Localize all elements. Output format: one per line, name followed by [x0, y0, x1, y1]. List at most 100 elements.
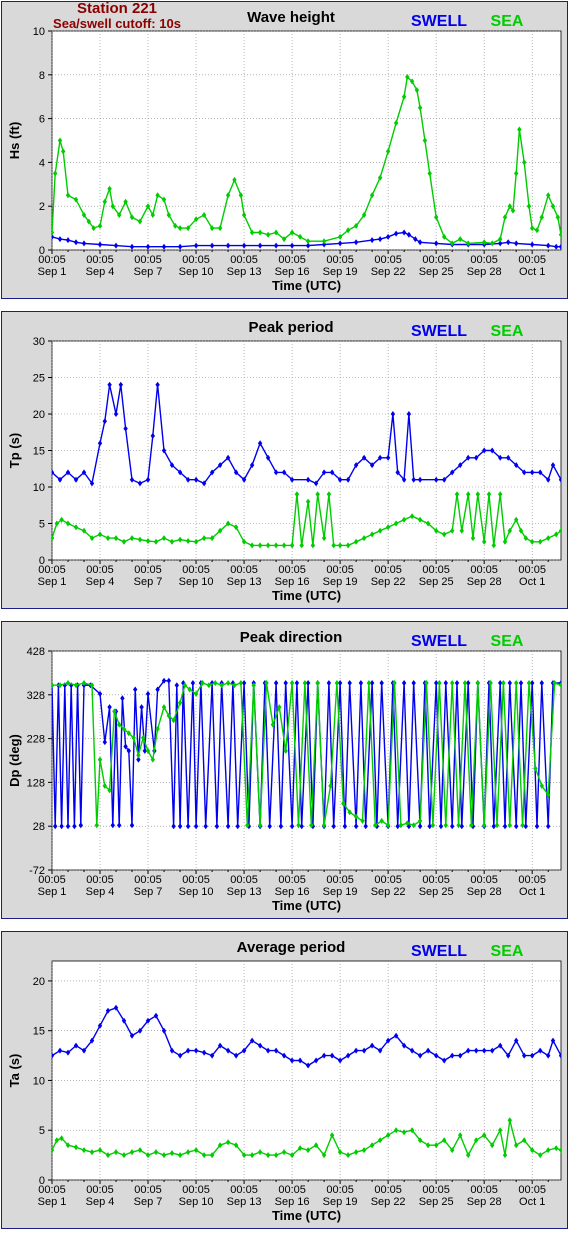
x-tick-time: 00:05 [230, 564, 258, 576]
x-tick-time: 00:05 [134, 874, 162, 886]
y-tick-label: 128 [27, 777, 45, 789]
x-tick-date: Sep 1 [38, 1196, 67, 1208]
x-axis-title: Time (UTC) [272, 278, 341, 293]
chart-title: Peak direction [240, 629, 343, 646]
x-tick-time: 00:05 [230, 254, 258, 266]
x-tick-date: Sep 19 [323, 886, 358, 898]
x-tick-time: 00:05 [326, 1184, 354, 1196]
y-tick-label: 10 [33, 1075, 45, 1087]
x-tick-date: Oct 1 [519, 886, 545, 898]
x-tick-time: 00:05 [86, 564, 114, 576]
x-tick-time: 00:05 [182, 254, 210, 266]
x-tick-date: Sep 10 [179, 266, 214, 278]
x-tick-date: Sep 10 [179, 576, 214, 588]
x-tick-time: 00:05 [422, 1184, 450, 1196]
x-tick-date: Sep 16 [275, 1196, 310, 1208]
wave-height-chart: 00:05Sep 100:05Sep 400:05Sep 700:05Sep 1… [7, 9, 562, 293]
x-tick-time: 00:05 [86, 874, 114, 886]
x-axis-title: Time (UTC) [272, 1208, 341, 1223]
x-tick-date: Sep 7 [134, 1196, 163, 1208]
x-tick-date: Sep 1 [38, 266, 67, 278]
x-tick-time: 00:05 [278, 564, 306, 576]
x-tick-date: Sep 16 [275, 886, 310, 898]
wave-height-panel: 00:05 Sep 1 00:05 Sep 4 00:05 Sep 7 00:05 Sep 1… [1, 1, 568, 299]
legend-sea: SEA [491, 943, 524, 960]
peak-direction-chart: 00:05Sep 100:05Sep 400:05Sep 700:05Sep 1… [7, 629, 562, 913]
legend-sea: SEA [491, 323, 524, 340]
x-tick-date: Sep 25 [419, 266, 454, 278]
x-tick-time: 00:05 [134, 1184, 162, 1196]
legend-sea: SEA [491, 633, 524, 650]
x-tick-date: Sep 7 [134, 266, 163, 278]
legend-swell: SWELL [411, 943, 467, 960]
x-tick-date: Sep 10 [179, 1196, 214, 1208]
x-tick-date: Sep 28 [467, 886, 502, 898]
x-tick-time: 00:05 [134, 254, 162, 266]
y-tick-label: 228 [27, 734, 45, 746]
x-tick-date: Sep 25 [419, 886, 454, 898]
x-tick-time: 00:05 [470, 254, 498, 266]
y-tick-label: 0 [39, 245, 45, 257]
y-tick-label: 328 [27, 690, 45, 702]
x-tick-date: Sep 7 [134, 576, 163, 588]
x-tick-date: Sep 13 [227, 886, 262, 898]
x-tick-date: Sep 28 [467, 1196, 502, 1208]
x-tick-time: 00:05 [518, 874, 546, 886]
y-tick-label: 2 [39, 201, 45, 213]
plot-area [51, 650, 562, 871]
x-tick-date: Sep 25 [419, 1196, 454, 1208]
x-tick-time: 00:05 [278, 254, 306, 266]
x-tick-date: Sep 4 [86, 886, 115, 898]
x-tick-time: 00:05 [230, 1184, 258, 1196]
average-period-panel: 00:05 Sep 1 00:05 Sep 4 00:05 Sep 7 00:05 Sep 1… [1, 931, 568, 1229]
legend-swell: SWELL [411, 13, 467, 30]
y-axis-title: Tp (s) [7, 433, 22, 468]
y-tick-label: 6 [39, 114, 45, 126]
y-tick-label: 5 [39, 1125, 45, 1137]
x-tick-time: 00:05 [86, 1184, 114, 1196]
y-tick-label: 20 [33, 409, 45, 421]
x-tick-time: 00:05 [326, 254, 354, 266]
y-tick-label: 0 [39, 1175, 45, 1187]
x-axis-title: Time (UTC) [272, 898, 341, 913]
y-tick-label: 15 [33, 446, 45, 458]
x-tick-time: 00:05 [422, 874, 450, 886]
plot-area [51, 960, 562, 1181]
x-tick-date: Sep 22 [371, 1196, 406, 1208]
station-title: Station 221 [76, 0, 158, 17]
x-tick-date: Sep 4 [86, 266, 115, 278]
y-axis-title: Ta (s) [7, 1054, 22, 1088]
cutoff-label: Sea/swell cutoff: 10s [53, 16, 181, 31]
x-tick-date: Sep 13 [227, 266, 262, 278]
x-tick-date: Sep 1 [38, 886, 67, 898]
y-tick-label: 5 [39, 519, 45, 531]
x-axis-title: Time (UTC) [272, 588, 341, 603]
y-axis-title: Hs (ft) [7, 122, 22, 160]
x-tick-time: 00:05 [470, 1184, 498, 1196]
peak-direction-panel: 00:05 Sep 1 00:05 Sep 4 00:05 Sep 7 00:05 Sep 1… [1, 621, 568, 919]
x-tick-time: 00:05 [182, 874, 210, 886]
legend-swell: SWELL [411, 633, 467, 650]
x-tick-date: Sep 25 [419, 576, 454, 588]
x-tick-time: 00:05 [470, 564, 498, 576]
chart-title: Peak period [248, 319, 333, 336]
x-tick-date: Sep 13 [227, 1196, 262, 1208]
chart-title: Average period [237, 939, 346, 956]
x-tick-date: Sep 16 [275, 576, 310, 588]
x-tick-date: Sep 4 [86, 576, 115, 588]
y-tick-label: -72 [29, 865, 45, 877]
y-tick-label: 25 [33, 373, 45, 385]
x-tick-date: Sep 16 [275, 266, 310, 278]
x-tick-time: 00:05 [374, 564, 402, 576]
x-tick-time: 00:05 [422, 564, 450, 576]
x-tick-date: Sep 19 [323, 576, 358, 588]
x-tick-time: 00:05 [182, 1184, 210, 1196]
x-tick-date: Oct 1 [519, 576, 545, 588]
x-tick-time: 00:05 [230, 874, 258, 886]
chart-title: Wave height [247, 9, 335, 26]
y-tick-label: 4 [39, 157, 45, 169]
x-tick-date: Sep 10 [179, 886, 214, 898]
x-tick-date: Sep 7 [134, 886, 163, 898]
x-tick-time: 00:05 [518, 254, 546, 266]
x-tick-time: 00:05 [422, 254, 450, 266]
